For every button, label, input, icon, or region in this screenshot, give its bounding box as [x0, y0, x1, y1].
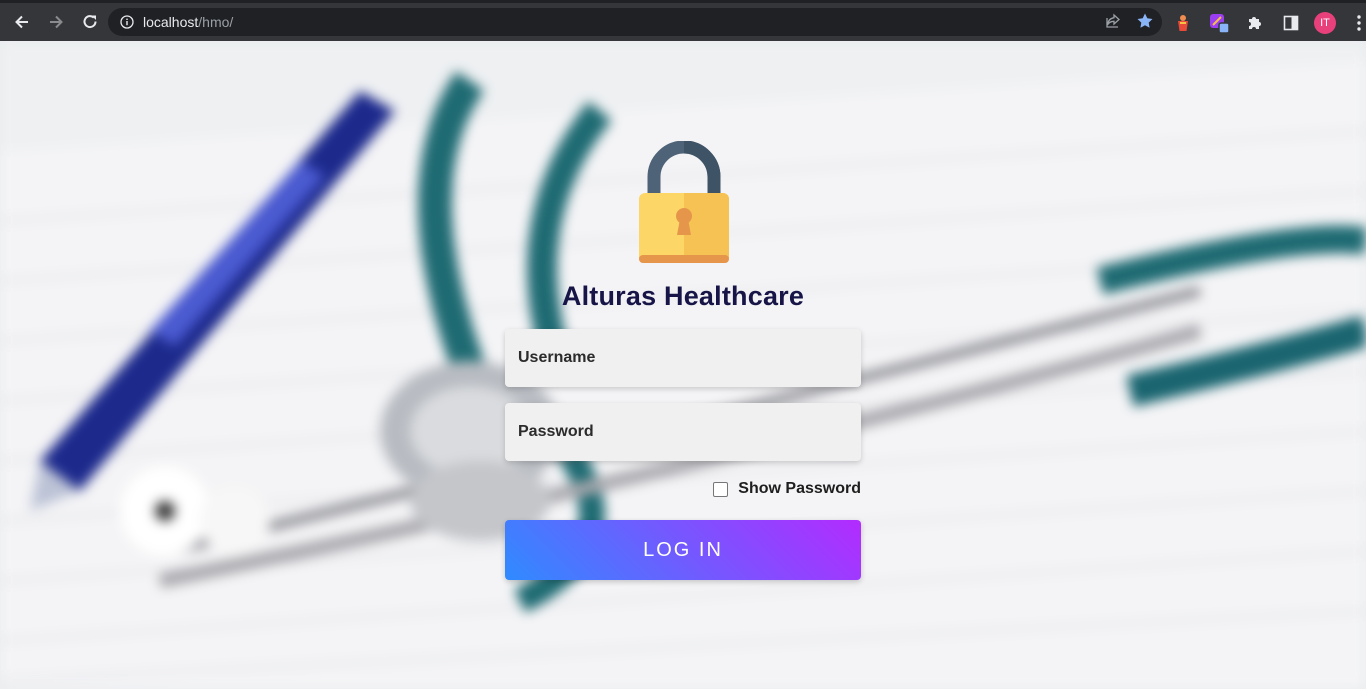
kebab-menu-icon[interactable]	[1346, 10, 1366, 36]
login-form: Alturas Healthcare Show Password LOG IN	[505, 141, 861, 580]
profile-avatar[interactable]: IT	[1314, 12, 1336, 34]
extension-icon[interactable]	[1170, 10, 1196, 36]
back-button[interactable]	[6, 6, 38, 38]
star-icon[interactable]	[1136, 12, 1154, 35]
username-input[interactable]	[505, 329, 861, 387]
extension-icon[interactable]	[1206, 10, 1232, 36]
url-text: localhost/hmo/	[143, 14, 234, 30]
reload-button[interactable]	[74, 6, 106, 38]
page-viewport: Alturas Healthcare Show Password LOG IN	[0, 41, 1366, 689]
reload-icon	[83, 15, 97, 29]
show-password-label[interactable]: Show Password	[738, 480, 861, 498]
info-icon[interactable]	[119, 14, 135, 30]
show-password-checkbox[interactable]	[713, 481, 729, 497]
password-input[interactable]	[505, 403, 861, 461]
puzzle-icon[interactable]	[1242, 10, 1268, 36]
padlock-icon	[639, 141, 729, 263]
share-icon[interactable]	[1104, 12, 1122, 35]
page-title: Alturas Healthcare	[561, 281, 805, 311]
arrow-right-icon	[50, 15, 63, 29]
address-bar[interactable]: localhost/hmo/	[108, 8, 1162, 36]
arrow-left-icon	[15, 15, 28, 29]
forward-button[interactable]	[40, 6, 72, 38]
browser-toolbar: localhost/hmo/ IT	[0, 0, 1366, 41]
side-panel-icon[interactable]	[1278, 10, 1304, 36]
show-password-row: Show Password	[505, 480, 861, 498]
login-button[interactable]: LOG IN	[505, 520, 861, 580]
